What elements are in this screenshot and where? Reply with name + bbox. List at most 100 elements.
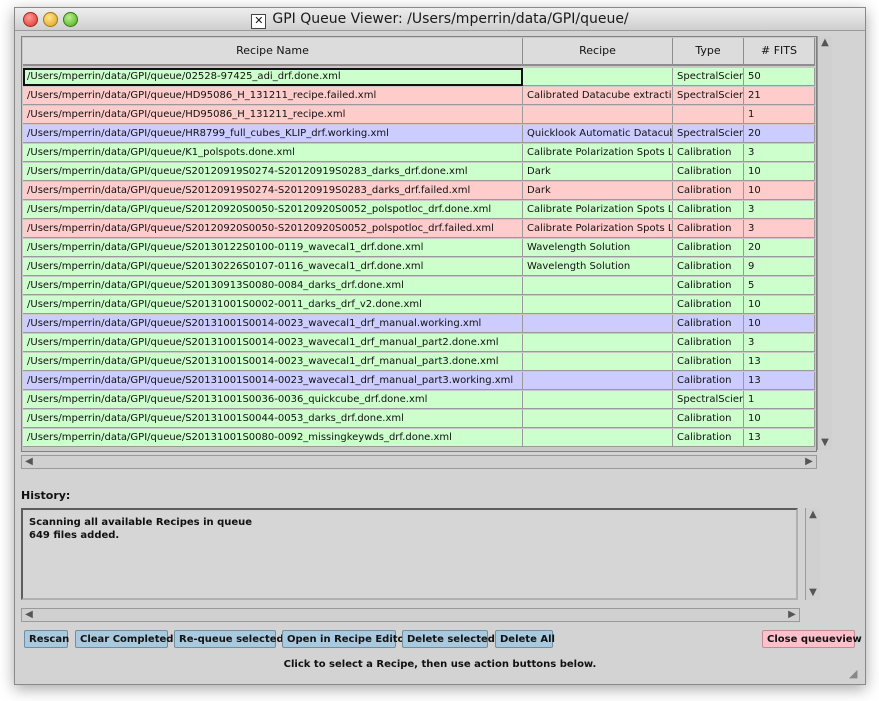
cell-recipe[interactable]: Dark (523, 182, 673, 200)
cell-recipe-name[interactable]: /Users/mperrin/data/GPI/queue/S20131001S… (23, 410, 523, 428)
table-row[interactable]: /Users/mperrin/data/GPI/queue/S20130913S… (23, 277, 815, 296)
cell-recipe[interactable]: Calibrate Polarization Spots Lo (523, 201, 673, 219)
cell-recipe[interactable] (523, 429, 673, 447)
cell-recipe-name[interactable]: /Users/mperrin/data/GPI/queue/S20120920S… (23, 201, 523, 219)
table-row[interactable]: /Users/mperrin/data/GPI/queue/S20130226S… (23, 258, 815, 277)
cell-type[interactable]: SpectralScien (673, 87, 744, 105)
scroll-down-icon[interactable]: ▼ (819, 437, 831, 449)
scroll-up-icon[interactable]: ▲ (819, 37, 831, 49)
cell-recipe[interactable]: Dark (523, 163, 673, 181)
table-row[interactable]: /Users/mperrin/data/GPI/queue/02528-9742… (23, 68, 815, 87)
cell-fits[interactable]: 1 (744, 391, 815, 409)
delete-all-button[interactable]: Delete All (495, 630, 555, 648)
cell-recipe[interactable]: Calibrate Polarization Spots Lo (523, 144, 673, 162)
cell-recipe[interactable]: Wavelength Solution (523, 258, 673, 276)
cell-recipe-name[interactable]: /Users/mperrin/data/GPI/queue/S20130122S… (23, 239, 523, 257)
table-row[interactable]: /Users/mperrin/data/GPI/queue/S20131001S… (23, 429, 815, 448)
resize-grip-icon[interactable]: ◢ (849, 668, 861, 680)
cell-fits[interactable]: 10 (744, 315, 815, 333)
cell-fits[interactable]: 10 (744, 182, 815, 200)
cell-type[interactable]: Calibration (673, 410, 744, 428)
cell-recipe-name[interactable]: /Users/mperrin/data/GPI/queue/02528-9742… (23, 68, 523, 86)
table-row[interactable]: /Users/mperrin/data/GPI/queue/S20131001S… (23, 410, 815, 429)
cell-recipe-name[interactable]: /Users/mperrin/data/GPI/queue/HD95086_H_… (23, 106, 523, 124)
cell-recipe-name[interactable]: /Users/mperrin/data/GPI/queue/K1_polspot… (23, 144, 523, 162)
cell-fits[interactable]: 10 (744, 163, 815, 181)
table-row[interactable]: /Users/mperrin/data/GPI/queue/S20120919S… (23, 182, 815, 201)
table-row[interactable]: /Users/mperrin/data/GPI/queue/S20120920S… (23, 220, 815, 239)
cell-recipe-name[interactable]: /Users/mperrin/data/GPI/queue/HR8799_ful… (23, 125, 523, 143)
table-row[interactable]: /Users/mperrin/data/GPI/queue/HR8799_ful… (23, 125, 815, 144)
cell-type[interactable]: Calibration (673, 372, 744, 390)
table-horizontal-scrollbar[interactable]: ◀ ▶ (21, 455, 817, 469)
table-row[interactable]: /Users/mperrin/data/GPI/queue/HD95086_H_… (23, 106, 815, 125)
cell-type[interactable]: Calibration (673, 353, 744, 371)
scroll-down-icon[interactable]: ▼ (807, 587, 819, 599)
column-header-recipe-name[interactable]: Recipe Name (23, 38, 523, 66)
cell-recipe[interactable] (523, 277, 673, 295)
cell-type[interactable]: SpectralScien (673, 68, 744, 86)
cell-recipe[interactable] (523, 391, 673, 409)
title-bar[interactable]: ✕ GPI Queue Viewer: /Users/mperrin/data/G… (15, 8, 865, 31)
cell-recipe[interactable]: Wavelength Solution (523, 239, 673, 257)
cell-recipe-name[interactable]: /Users/mperrin/data/GPI/queue/S20131001S… (23, 353, 523, 371)
cell-fits[interactable]: 13 (744, 372, 815, 390)
cell-fits[interactable]: 20 (744, 125, 815, 143)
cell-fits[interactable]: 3 (744, 144, 815, 162)
history-log[interactable]: Scanning all available Recipes in queue … (21, 508, 798, 600)
cell-recipe-name[interactable]: /Users/mperrin/data/GPI/queue/S20130226S… (23, 258, 523, 276)
scroll-right-icon[interactable]: ▶ (803, 456, 815, 468)
delete-selected-button[interactable]: Delete selected (402, 630, 495, 648)
cell-recipe-name[interactable]: /Users/mperrin/data/GPI/queue/S20120919S… (23, 163, 523, 181)
clear-completed-button[interactable]: Clear Completed (75, 630, 173, 648)
cell-recipe[interactable] (523, 68, 673, 86)
cell-recipe-name[interactable]: /Users/mperrin/data/GPI/queue/S20120920S… (23, 220, 523, 238)
cell-type[interactable]: Calibration (673, 163, 744, 181)
cell-recipe-name[interactable]: /Users/mperrin/data/GPI/queue/S20130913S… (23, 277, 523, 295)
cell-fits[interactable]: 10 (744, 410, 815, 428)
table-row[interactable]: /Users/mperrin/data/GPI/queue/S20131001S… (23, 372, 815, 391)
cell-recipe-name[interactable]: /Users/mperrin/data/GPI/queue/S20131001S… (23, 296, 523, 314)
table-row[interactable]: /Users/mperrin/data/GPI/queue/S20120919S… (23, 163, 815, 182)
cell-recipe[interactable] (523, 353, 673, 371)
cell-type[interactable]: Calibration (673, 220, 744, 238)
cell-recipe[interactable]: Calibrated Datacube extraction (523, 87, 673, 105)
rescan-button[interactable]: Rescan (24, 630, 69, 648)
column-header-type[interactable]: Type (673, 38, 744, 66)
open-recipe-editor-button[interactable]: Open in Recipe Editor (282, 630, 409, 648)
cell-type[interactable]: Calibration (673, 258, 744, 276)
cell-fits[interactable]: 3 (744, 220, 815, 238)
cell-type[interactable]: Calibration (673, 315, 744, 333)
cell-recipe[interactable] (523, 106, 673, 124)
cell-fits[interactable]: 21 (744, 87, 815, 105)
cell-recipe-name[interactable]: /Users/mperrin/data/GPI/queue/S20120919S… (23, 182, 523, 200)
cell-recipe[interactable] (523, 410, 673, 428)
cell-type[interactable]: Calibration (673, 144, 744, 162)
cell-type[interactable]: Calibration (673, 296, 744, 314)
table-row[interactable]: /Users/mperrin/data/GPI/queue/S20131001S… (23, 315, 815, 334)
cell-type[interactable]: Calibration (673, 277, 744, 295)
cell-fits[interactable]: 13 (744, 353, 815, 371)
table-row[interactable]: /Users/mperrin/data/GPI/queue/S20130122S… (23, 239, 815, 258)
cell-recipe[interactable] (523, 334, 673, 352)
requeue-selected-button[interactable]: Re-queue selected (174, 630, 284, 648)
table-vertical-scrollbar[interactable]: ▲ ▼ (817, 36, 832, 450)
cell-fits[interactable]: 50 (744, 68, 815, 86)
cell-fits[interactable]: 10 (744, 296, 815, 314)
scroll-left-icon[interactable]: ◀ (23, 456, 35, 468)
cell-recipe-name[interactable]: /Users/mperrin/data/GPI/queue/S20131001S… (23, 429, 523, 447)
cell-recipe[interactable] (523, 296, 673, 314)
column-header-recipe[interactable]: Recipe (523, 38, 673, 66)
cell-recipe-name[interactable]: /Users/mperrin/data/GPI/queue/S20131001S… (23, 372, 523, 390)
cell-recipe[interactable]: Quicklook Automatic Datacube I (523, 125, 673, 143)
table-row[interactable]: /Users/mperrin/data/GPI/queue/S20131001S… (23, 296, 815, 315)
table-row[interactable]: /Users/mperrin/data/GPI/queue/K1_polspot… (23, 144, 815, 163)
cell-recipe[interactable]: Calibrate Polarization Spots Lo (523, 220, 673, 238)
cell-type[interactable]: Calibration (673, 334, 744, 352)
close-queueview-button[interactable]: Close queueview (762, 630, 862, 648)
cell-fits[interactable]: 13 (744, 429, 815, 447)
cell-fits[interactable]: 5 (744, 277, 815, 295)
cell-recipe[interactable] (523, 372, 673, 390)
cell-recipe[interactable] (523, 315, 673, 333)
cell-recipe-name[interactable]: /Users/mperrin/data/GPI/queue/S20131001S… (23, 315, 523, 333)
